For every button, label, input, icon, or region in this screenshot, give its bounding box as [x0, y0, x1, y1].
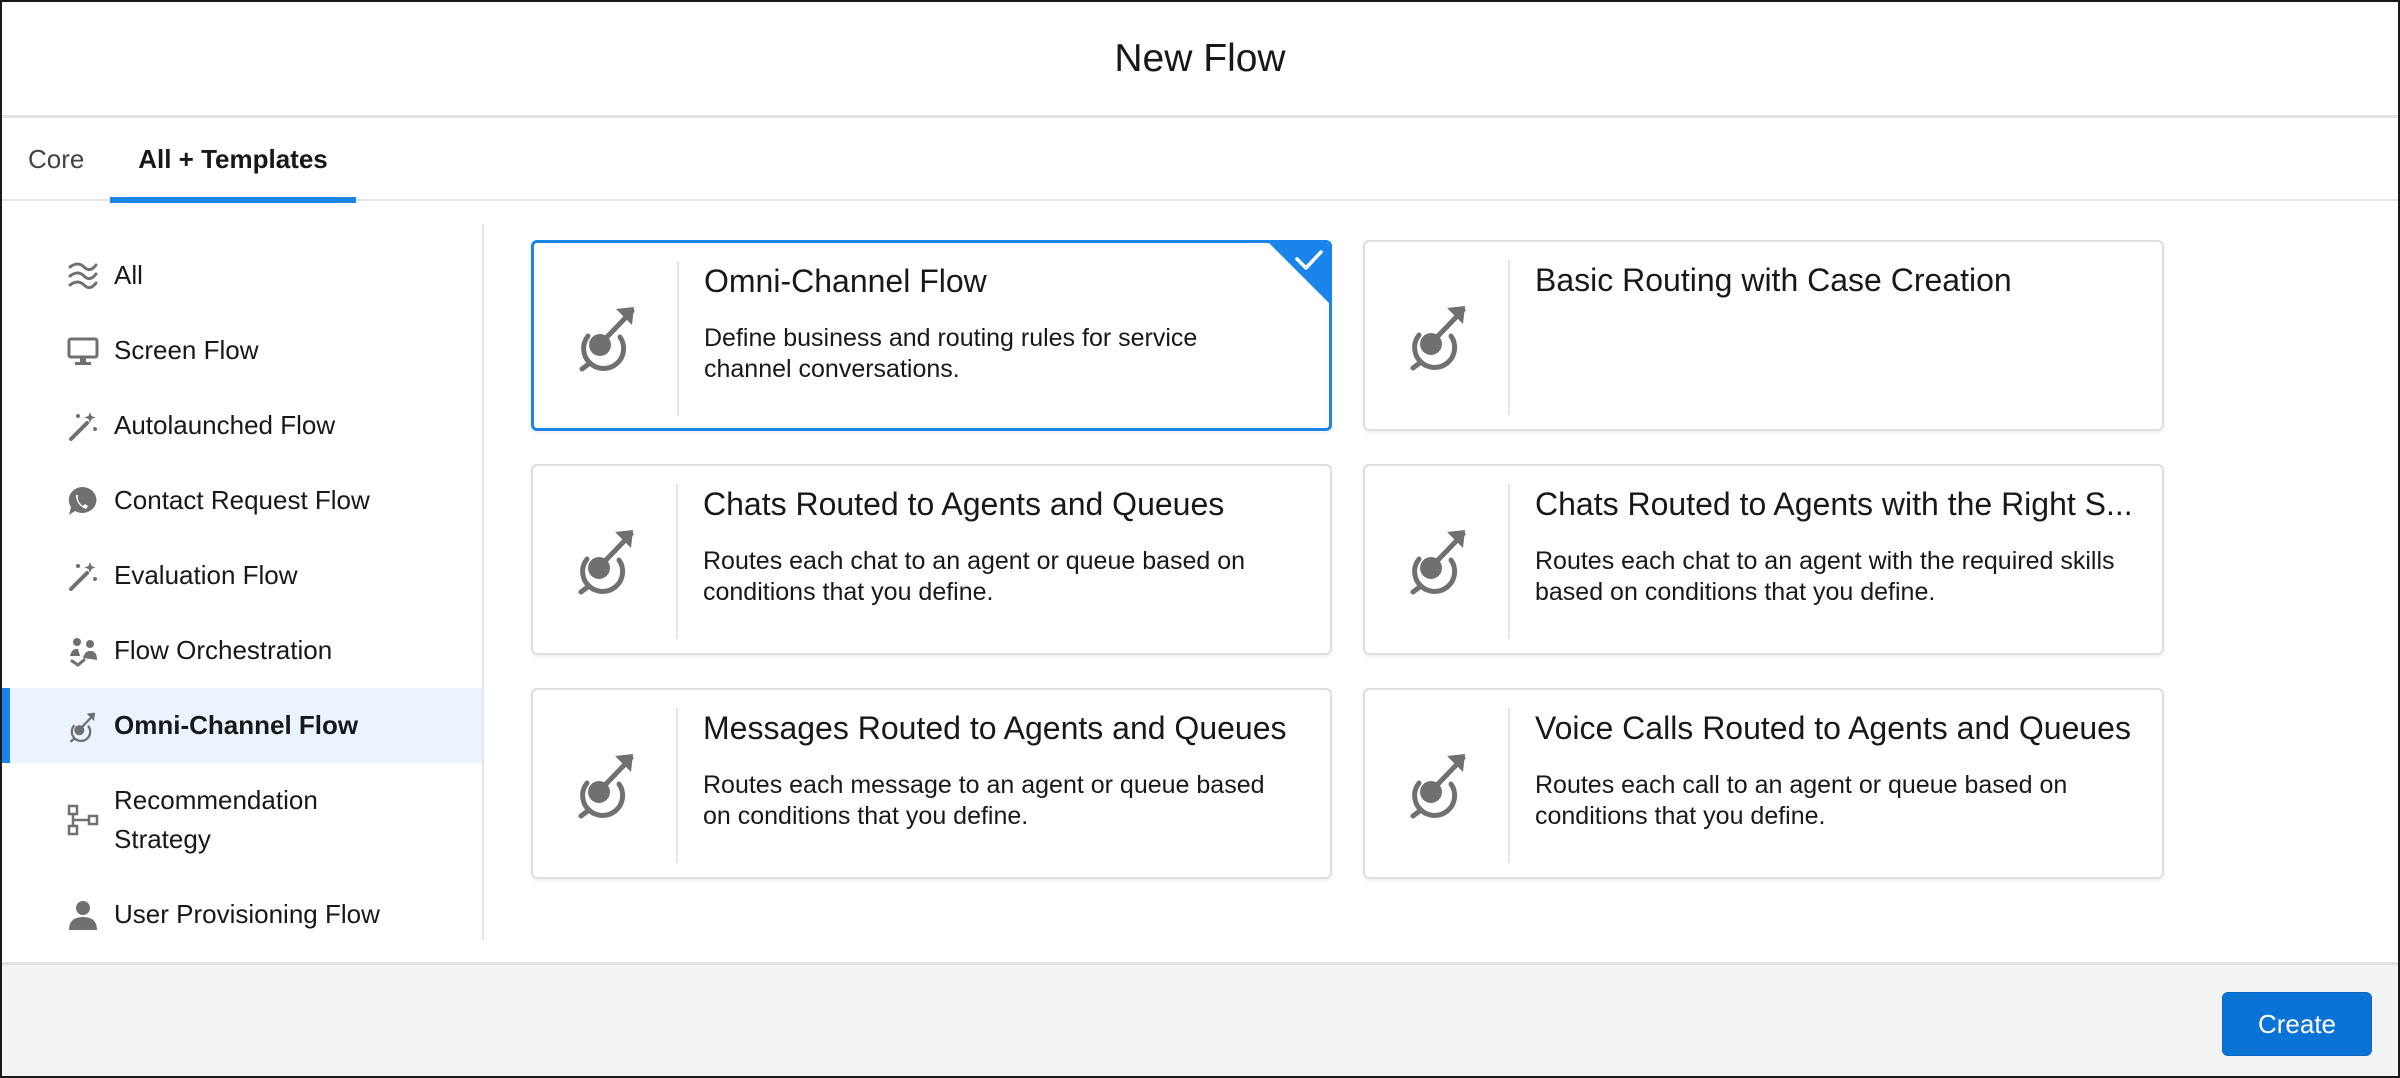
monitor-icon: [64, 332, 102, 370]
card-divider: [676, 484, 678, 639]
flow-card-omni-channel-flow[interactable]: Omni-Channel Flow Define business and ro…: [531, 240, 1332, 431]
modal-header: New Flow: [2, 2, 2398, 118]
card-title: Omni-Channel Flow: [704, 263, 987, 299]
card-description: Routes each call to an agent or queue ba…: [1535, 771, 2068, 830]
flow-card-basic-routing[interactable]: Basic Routing with Case Creation: [1363, 240, 2164, 431]
omni-channel-icon: [573, 522, 641, 596]
sidebar-item-label: All: [114, 260, 143, 290]
card-title: Messages Routed to Agents and Queues: [703, 710, 1287, 746]
card-description: Routes each message to an agent or queue…: [703, 771, 1265, 830]
omni-channel-icon: [1405, 298, 1473, 372]
user-icon: [64, 896, 102, 934]
sidebar-item-omni-channel-flow[interactable]: Omni-Channel Flow: [2, 688, 482, 763]
tab-bar: Core All + Templates: [2, 118, 2398, 203]
sidebar-item-all[interactable]: All: [2, 238, 482, 313]
card-description: Define business and routing rules for se…: [704, 324, 1198, 383]
sidebar-item-flow-orchestration[interactable]: Flow Orchestration: [2, 613, 482, 688]
card-description: Routes each chat to an agent with the re…: [1535, 547, 2115, 606]
card-title: Chats Routed to Agents with the Right S.…: [1535, 486, 2133, 522]
magic-wand-icon: [64, 407, 102, 445]
magic-wand-icon: [64, 557, 102, 595]
omni-channel-icon: [64, 707, 102, 745]
card-divider: [677, 261, 679, 416]
sidebar-item-label: Evaluation Flow: [114, 560, 298, 590]
omni-channel-icon: [1405, 522, 1473, 596]
all-flows-icon: [64, 257, 102, 295]
sidebar-item-screen-flow[interactable]: Screen Flow: [2, 313, 482, 388]
sidebar-item-evaluation-flow[interactable]: Evaluation Flow: [2, 538, 482, 613]
contact-request-icon: [64, 482, 102, 520]
card-divider: [1508, 260, 1510, 415]
sidebar-item-label: Omni-Channel Flow: [114, 710, 359, 740]
card-divider: [1508, 708, 1510, 863]
flow-card-chats-routed-agents-queues[interactable]: Chats Routed to Agents and Queues Routes…: [531, 464, 1332, 655]
sidebar-item-contact-request-flow[interactable]: Contact Request Flow: [2, 463, 482, 538]
sidebar-item-label: Autolaunched Flow: [114, 410, 336, 440]
sidebar-item-label: Recommendation Strategy: [114, 785, 318, 854]
hierarchy-icon: [64, 801, 102, 839]
omni-channel-icon: [573, 746, 641, 820]
selected-check-icon: [1269, 243, 1329, 303]
sidebar-item-label: Screen Flow: [114, 335, 259, 365]
card-divider: [676, 708, 678, 863]
sidebar-item-recommendation-strategy[interactable]: Recommendation Strategy: [2, 763, 482, 877]
omni-channel-icon: [1405, 746, 1473, 820]
modal-footer: Create: [2, 962, 2398, 1076]
card-title: Chats Routed to Agents and Queues: [703, 486, 1225, 522]
orchestration-icon: [64, 632, 102, 670]
sidebar-item-user-provisioning-flow[interactable]: User Provisioning Flow: [2, 877, 482, 952]
create-button[interactable]: Create: [2222, 992, 2372, 1056]
omni-channel-icon: [574, 299, 642, 373]
card-description: Routes each chat to an agent or queue ba…: [703, 547, 1246, 606]
card-title: Voice Calls Routed to Agents and Queues: [1535, 710, 2131, 746]
card-divider: [1508, 484, 1510, 639]
card-title: Basic Routing with Case Creation: [1535, 262, 2012, 298]
sidebar-item-label: Flow Orchestration: [114, 635, 333, 665]
sidebar-item-autolaunched-flow[interactable]: Autolaunched Flow: [2, 388, 482, 463]
tab-core[interactable]: Core: [28, 118, 84, 201]
flow-card-voice-calls-routed[interactable]: Voice Calls Routed to Agents and Queues …: [1363, 688, 2164, 879]
sidebar-item-label: User Provisioning Flow: [114, 899, 380, 929]
sidebar-item-label: Contact Request Flow: [114, 485, 370, 515]
flow-card-chats-routed-right-skills[interactable]: Chats Routed to Agents with the Right S.…: [1363, 464, 2164, 655]
tab-all-templates[interactable]: All + Templates: [110, 118, 356, 203]
modal-title: New Flow: [1114, 36, 1286, 80]
flow-type-sidebar: All Screen Flow Autolaunched Flow Contac…: [2, 224, 484, 940]
new-flow-modal: New Flow Core All + Templates All Screen…: [0, 0, 2400, 1078]
flow-card-messages-routed[interactable]: Messages Routed to Agents and Queues Rou…: [531, 688, 1332, 879]
